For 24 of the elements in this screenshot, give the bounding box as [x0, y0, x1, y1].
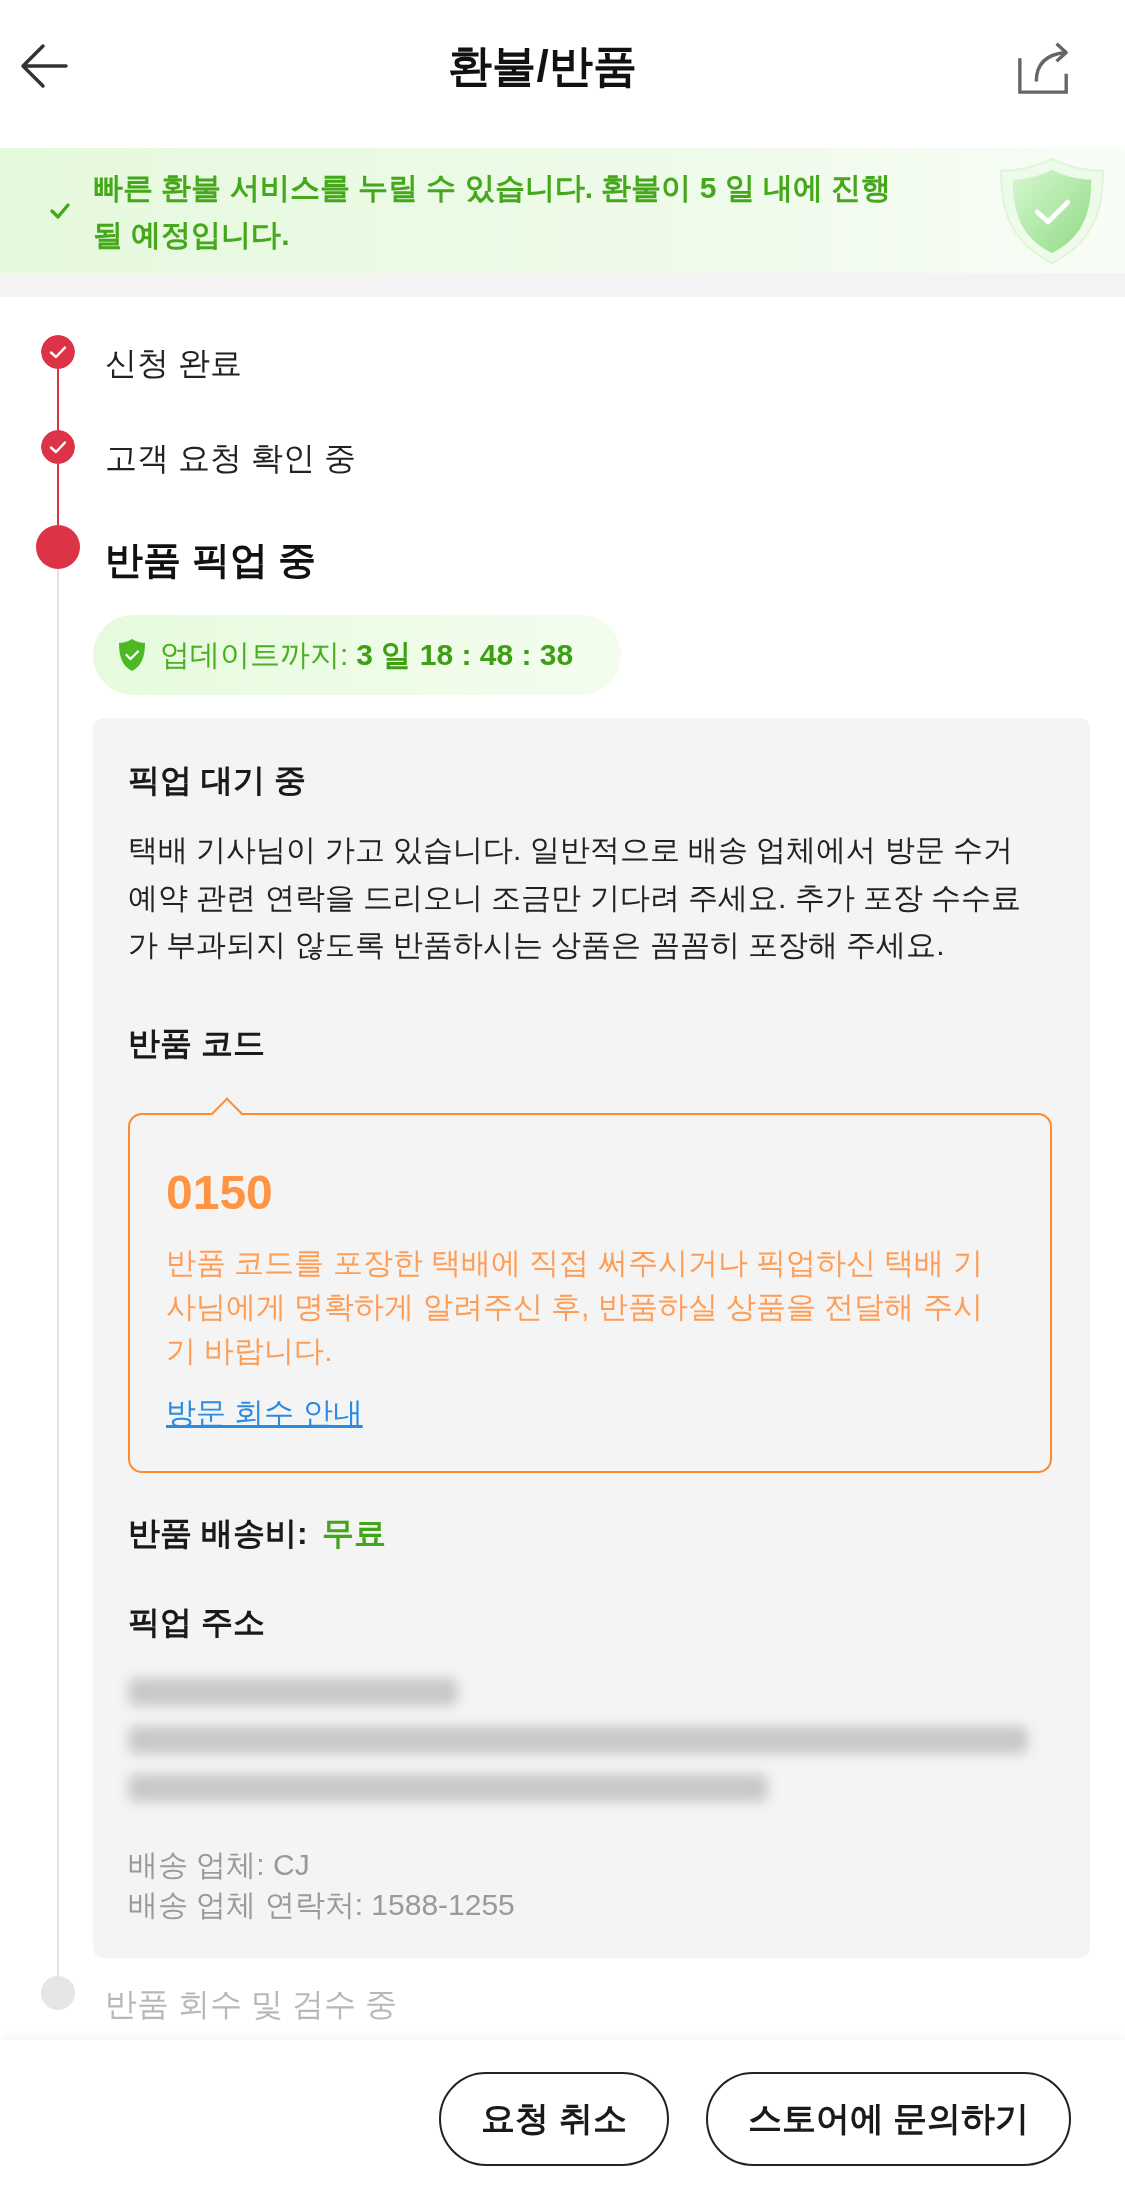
timeline-line	[57, 369, 59, 430]
check-icon	[49, 201, 71, 220]
page-title: 환불/반품	[448, 39, 637, 92]
return-code-heading: 반품 코드	[128, 1023, 266, 1063]
cancel-request-button[interactable]: 요청 취소	[439, 2072, 669, 2166]
return-code-instructions: 반품 코드를 포장한 택배에 직접 써주시거나 픽업하신 택배 기사님에게 명확하게 알려주신 후, 반품하실 상품을 전달해 주시기 바랍니다.	[166, 1244, 984, 1369]
shipping-fee-value: 무료	[322, 1514, 387, 1551]
shield-check-icon	[118, 638, 146, 672]
pickup-description: 택배 기사님이 가고 있습니다. 일반적으로 배송 업체에서 방문 수거 예약 관련 연락을 드리오니 조금만 기다려 주세요. 추가 포장 수수료가 부과되지 않도록 반품하시는 상품은 꼼꼼히 포장해 주세요.	[128, 832, 1023, 963]
step-label: 반품 픽업 중	[104, 538, 318, 583]
carrier-text: 배송 업체: CJ	[128, 1846, 311, 1883]
countdown-label: 업데이트까지:	[160, 636, 349, 673]
countdown-value: 3 일 18 : 48 : 38	[356, 636, 574, 673]
return-code: 0150	[166, 1164, 274, 1221]
notice-text: 빠른 환불 서비스를 누릴 수 있습니다. 환불이 5 일 내에 진행될 예정입니다.	[93, 169, 893, 253]
shipping-fee-label: 반품 배송비:	[128, 1514, 308, 1551]
contact-store-button[interactable]: 스토어에 문의하기	[705, 2072, 1071, 2166]
timeline-line	[57, 464, 59, 525]
card-title: 픽업 대기 중	[128, 761, 307, 800]
step-label: 반품 회수 및 검수 중	[104, 1984, 398, 2024]
address-heading: 픽업 주소	[128, 1602, 266, 1642]
step-label: 신청 완료	[104, 344, 243, 383]
step-label: 고객 요청 확인 중	[104, 439, 357, 478]
carrier-contact-text: 배송 업체 연락처: 1588-1255	[128, 1886, 516, 1923]
